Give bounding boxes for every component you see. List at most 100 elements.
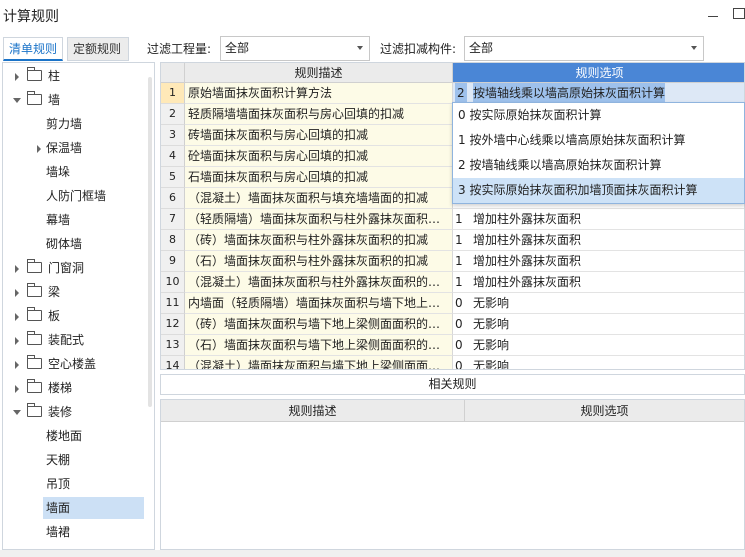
- tree-item[interactable]: 砌体墙: [43, 233, 144, 255]
- tree-item-label: 装修: [48, 405, 73, 419]
- chevron-down-icon[interactable]: [13, 410, 21, 415]
- filter-component-select[interactable]: 全部: [464, 36, 704, 61]
- tree-item[interactable]: 装修: [3, 401, 146, 423]
- rule-option-cell[interactable]: 0 无影响: [453, 335, 744, 356]
- rule-description: （混凝土）墙面抹灰面积与墙下地上梁侧面面…: [185, 356, 453, 369]
- grid-header-option: 规则选项: [453, 63, 744, 83]
- table-row[interactable]: 12 （砖）墙面抹灰面积与墙下地上梁侧面面积的… 0 无影响: [161, 314, 744, 335]
- rule-option-value: 1: [455, 275, 463, 289]
- table-row[interactable]: 11 内墙面（轻质隔墙）墙面抹灰面积与墙下地上… 0 无影响: [161, 293, 744, 314]
- rule-option-cell[interactable]: 0 无影响: [453, 293, 744, 314]
- related-rules-grid: 规则描述 规则选项: [160, 399, 745, 550]
- minimize-icon[interactable]: [706, 6, 720, 20]
- filter-project-select[interactable]: 全部: [220, 36, 370, 61]
- chevron-right-icon[interactable]: [15, 313, 19, 321]
- row-number: 12: [161, 314, 185, 335]
- tree-item[interactable]: 板: [3, 305, 146, 327]
- rule-description: 砖墙面抹灰面积与房心回填的扣减: [185, 125, 453, 146]
- tree-item[interactable]: 楼梯: [3, 377, 146, 399]
- tab-quota-rules[interactable]: 定额规则: [67, 37, 129, 61]
- rule-option-cell[interactable]: 2 按墙轴线乘以墙高原始抹灰面积计算: [453, 83, 744, 104]
- tree-item[interactable]: 墙: [3, 89, 146, 111]
- tree-item[interactable]: 空心楼盖: [3, 353, 146, 375]
- tree-item[interactable]: 墙垛: [43, 161, 144, 183]
- tree-item[interactable]: 梁: [3, 281, 146, 303]
- dropdown-option[interactable]: 2 按墙轴线乘以墙高原始抹灰面积计算: [453, 153, 744, 178]
- chevron-right-icon[interactable]: [15, 385, 19, 393]
- chevron-right-icon[interactable]: [15, 361, 19, 369]
- tree-item[interactable]: 墙裙: [43, 521, 144, 543]
- chevron-right-icon[interactable]: [15, 337, 19, 345]
- rule-description: （混凝土）墙面抹灰面积与柱外露抹灰面积的…: [185, 272, 453, 293]
- rule-option-cell[interactable]: 1 增加柱外露抹灰面积: [453, 230, 744, 251]
- tree-scrollbar[interactable]: [148, 77, 152, 407]
- rule-description: 轻质隔墙墙面抹灰面积与房心回填的扣减: [185, 104, 453, 125]
- grid-corner-header: [161, 63, 185, 83]
- rule-option-text: 增加柱外露抹灰面积: [473, 233, 582, 247]
- related-rules-bar[interactable]: 相关规则: [160, 374, 745, 395]
- table-row[interactable]: 7 （轻质隔墙）墙面抹灰面积与柱外露抹灰面积… 1 增加柱外露抹灰面积: [161, 209, 744, 230]
- rule-option-value: 1: [455, 212, 463, 226]
- rule-option-cell[interactable]: 1 增加柱外露抹灰面积: [453, 209, 744, 230]
- table-row[interactable]: 13 （石）墙面抹灰面积与墙下地上梁侧面面积的… 0 无影响: [161, 335, 744, 356]
- tree-item-label: 墙: [48, 93, 61, 107]
- tab-list-rules[interactable]: 清单规则: [3, 37, 63, 61]
- table-row[interactable]: 1 原始墙面抹灰面积计算方法 2 按墙轴线乘以墙高原始抹灰面积计算: [161, 83, 744, 104]
- rule-option-value: 2: [455, 83, 467, 103]
- rule-option-text: 增加柱外露抹灰面积: [473, 275, 582, 289]
- row-number: 6: [161, 188, 185, 209]
- rule-option-cell[interactable]: 0 无影响: [453, 314, 744, 335]
- rule-description: （轻质隔墙）墙面抹灰面积与柱外露抹灰面积…: [185, 209, 453, 230]
- row-number: 11: [161, 293, 185, 314]
- rule-description: （石）墙面抹灰面积与柱外露抹灰面积的扣减: [185, 251, 453, 272]
- rule-option-text: 增加柱外露抹灰面积: [473, 254, 582, 268]
- row-number: 13: [161, 335, 185, 356]
- tree-item-label: 门窗洞: [48, 261, 85, 275]
- tree-item-label: 楼梯: [48, 381, 73, 395]
- tree-item-label: 柱: [48, 69, 61, 83]
- tree-item-label: 幕墙: [46, 213, 71, 227]
- chevron-right-icon[interactable]: [15, 289, 19, 297]
- folder-icon: [27, 283, 42, 297]
- tree-item-label: 空心楼盖: [48, 357, 97, 371]
- rule-option-cell[interactable]: 1 增加柱外露抹灰面积: [453, 272, 744, 293]
- tree-item-label: 保温墙: [46, 141, 83, 155]
- tree-item-label: 楼地面: [46, 429, 83, 443]
- rule-option-value: 1: [455, 254, 463, 268]
- tree-item[interactable]: 墙面: [43, 497, 144, 519]
- chevron-right-icon[interactable]: [37, 145, 41, 153]
- tree-item[interactable]: 吊顶: [43, 473, 144, 495]
- tree-item-label: 墙面: [46, 501, 71, 515]
- tree-item[interactable]: 天棚: [43, 449, 144, 471]
- rule-option-cell[interactable]: 0 无影响: [453, 356, 744, 370]
- row-number: 1: [161, 83, 185, 104]
- chevron-down-icon[interactable]: [13, 98, 21, 103]
- row-number: 3: [161, 125, 185, 146]
- tree-item[interactable]: 装配式: [3, 329, 146, 351]
- dropdown-option[interactable]: 0 按实际原始抹灰面积计算: [453, 103, 744, 128]
- chevron-right-icon[interactable]: [15, 73, 19, 81]
- row-number: 14: [161, 356, 185, 369]
- maximize-icon[interactable]: [733, 8, 745, 19]
- tree-item[interactable]: 楼地面: [43, 425, 144, 447]
- dropdown-option[interactable]: 3 按实际原始抹灰面积加墙顶面抹灰面积计算: [453, 178, 744, 203]
- table-row[interactable]: 14 （混凝土）墙面抹灰面积与墙下地上梁侧面面… 0 无影响: [161, 356, 744, 370]
- row-number: 5: [161, 167, 185, 188]
- rule-option-cell[interactable]: 1 增加柱外露抹灰面积: [453, 251, 744, 272]
- table-row[interactable]: 8 （砖）墙面抹灰面积与柱外露抹灰面积的扣减 1 增加柱外露抹灰面积: [161, 230, 744, 251]
- tree-item[interactable]: 柱: [3, 65, 146, 87]
- dropdown-option[interactable]: 1 按外墙中心线乘以墙高原始抹灰面积计算: [453, 128, 744, 153]
- tree-item[interactable]: 剪力墙: [43, 113, 144, 135]
- tree-item[interactable]: 门窗洞: [3, 257, 146, 279]
- folder-icon: [27, 91, 42, 105]
- table-row[interactable]: 10 （混凝土）墙面抹灰面积与柱外露抹灰面积的… 1 增加柱外露抹灰面积: [161, 272, 744, 293]
- table-row[interactable]: 9 （石）墙面抹灰面积与柱外露抹灰面积的扣减 1 增加柱外露抹灰面积: [161, 251, 744, 272]
- chevron-right-icon[interactable]: [15, 265, 19, 273]
- tree-item[interactable]: 人防门框墙: [43, 185, 144, 207]
- tree-item[interactable]: 保温墙: [37, 137, 144, 159]
- row-number: 10: [161, 272, 185, 293]
- rule-option-text: 无影响: [473, 359, 510, 370]
- folder-icon: [27, 355, 42, 369]
- rule-option-value: 0: [455, 317, 463, 331]
- tree-item[interactable]: 幕墙: [43, 209, 144, 231]
